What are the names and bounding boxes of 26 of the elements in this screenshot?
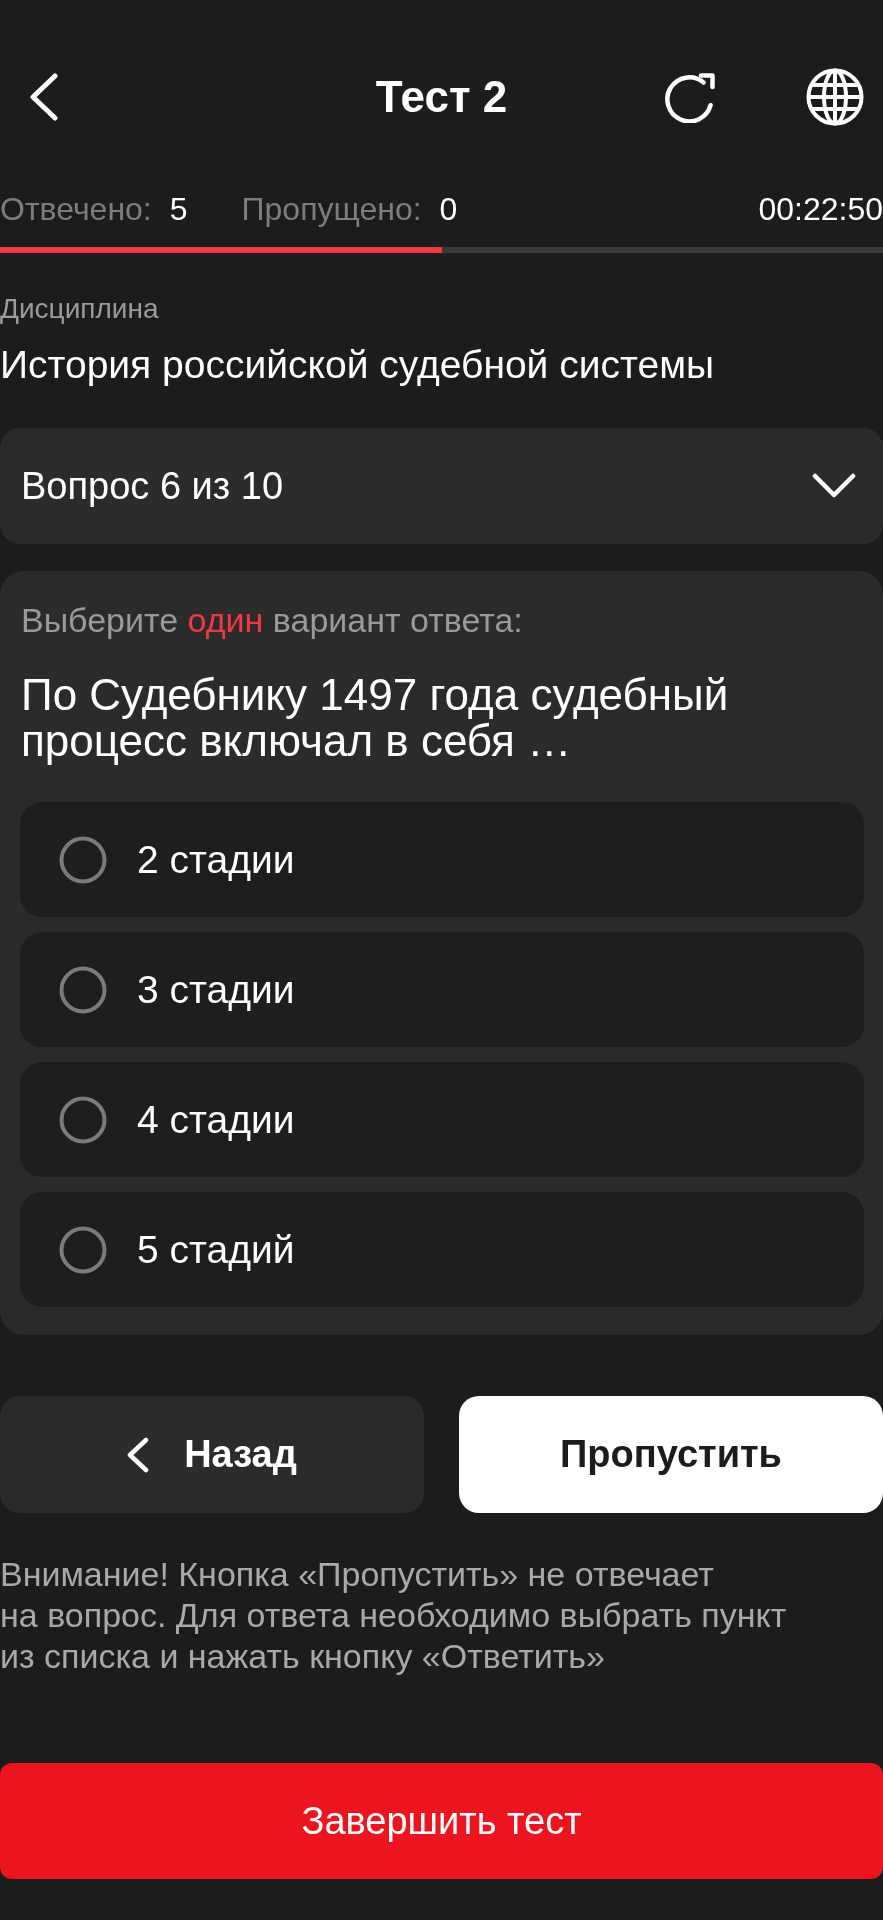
counter-value: 5 <box>169 191 188 227</box>
discipline-label: Дисциплина <box>0 293 160 325</box>
answer-option[interactable]: 2 стадии <box>20 802 864 917</box>
back-button[interactable] <box>30 73 58 121</box>
answer-option[interactable]: 5 стадий <box>20 1192 864 1307</box>
answer-option[interactable]: 4 стадии <box>20 1062 864 1177</box>
chevron-left-icon <box>127 1436 150 1473</box>
counter-label: Отвечено: <box>0 191 152 227</box>
back-button[interactable]: Назад <box>0 1396 424 1513</box>
counter-label: Пропущено: <box>241 191 422 227</box>
finish-button[interactable]: Завершить тест <box>0 1763 883 1879</box>
instruction-text: Выберите один вариант ответа: <box>21 600 524 640</box>
language-button[interactable] <box>806 68 864 126</box>
question-text: По Судебнику 1497 года судебный процесс включал в себя … <box>21 672 730 764</box>
page-title: Тест 2 <box>375 71 508 123</box>
globe-icon <box>806 68 864 126</box>
refresh-icon <box>662 71 718 123</box>
notice-text: Внимание! Кнопка «Пропустить» не отвечает на вопрос. Для ответа необходимо выбрать пункт из списка и нажать кнопку «Ответить» <box>0 1554 788 1677</box>
discipline-name: История российской судебной системы <box>0 343 715 387</box>
chevron-left-icon <box>30 73 58 121</box>
refresh-button[interactable] <box>662 71 718 123</box>
question-selector[interactable]: Вопрос 6 из 10 <box>0 428 883 544</box>
counter-value: 0 <box>439 191 458 227</box>
timer-text: 00:22:50 <box>758 191 883 227</box>
answer-option[interactable]: 3 стадии <box>20 932 864 1047</box>
skip-button[interactable]: Пропустить <box>459 1396 883 1513</box>
